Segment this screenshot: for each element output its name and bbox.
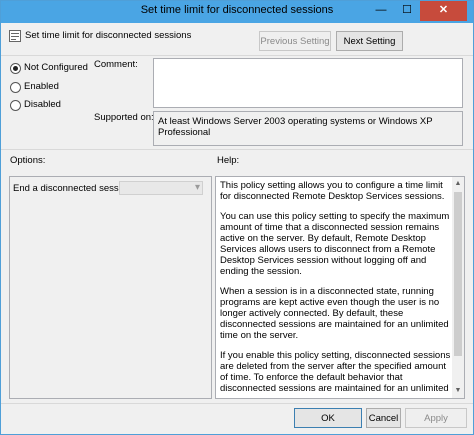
- help-scrollbar[interactable]: ▲ ▼: [452, 177, 464, 398]
- help-text: This policy setting allows you to config…: [220, 180, 452, 395]
- radio-label-not-configured[interactable]: Not Configured: [24, 62, 88, 73]
- end-session-dropdown[interactable]: ▾: [119, 181, 203, 195]
- scroll-up-icon[interactable]: ▲: [452, 178, 464, 190]
- end-session-label: End a disconnected session: [13, 183, 132, 194]
- apply-button[interactable]: Apply: [405, 408, 467, 428]
- options-title: Options:: [10, 155, 46, 166]
- help-panel: This policy setting allows you to config…: [215, 176, 465, 399]
- ok-button[interactable]: OK: [294, 408, 362, 428]
- help-paragraph: You can use this policy setting to speci…: [220, 211, 450, 277]
- radio-enabled[interactable]: [10, 82, 21, 93]
- minimize-button[interactable]: —: [368, 1, 394, 21]
- radio-label-disabled[interactable]: Disabled: [24, 99, 61, 110]
- comment-label: Comment:: [94, 59, 138, 70]
- policy-setting-icon: [9, 30, 21, 42]
- close-button[interactable]: ✕: [420, 1, 467, 21]
- dialog-window: Set time limit for disconnected sessions…: [0, 0, 474, 435]
- help-paragraph: This policy setting allows you to config…: [220, 180, 445, 202]
- chevron-down-icon: ▾: [194, 182, 200, 193]
- radio-disabled[interactable]: [10, 100, 21, 111]
- radio-not-configured[interactable]: [10, 63, 21, 74]
- scroll-thumb[interactable]: [454, 192, 462, 356]
- cancel-button[interactable]: Cancel: [366, 408, 401, 428]
- supported-on-field: At least Windows Server 2003 operating s…: [153, 111, 463, 146]
- options-panel: End a disconnected session ▾: [9, 176, 212, 399]
- radio-label-enabled[interactable]: Enabled: [24, 81, 59, 92]
- next-setting-button[interactable]: Next Setting: [336, 31, 403, 51]
- maximize-button[interactable]: ☐: [394, 1, 420, 21]
- help-paragraph: If you enable this policy setting, disco…: [220, 350, 451, 395]
- setting-name: Set time limit for disconnected sessions: [25, 30, 192, 41]
- mid-divider: [1, 149, 473, 150]
- footer-divider: [1, 403, 473, 404]
- header-divider: [1, 55, 473, 56]
- help-paragraph: When a session is in a disconnected stat…: [220, 286, 449, 341]
- comment-field[interactable]: [153, 58, 463, 108]
- supported-on-label: Supported on:: [94, 112, 154, 123]
- scroll-down-icon[interactable]: ▼: [452, 385, 464, 397]
- title-bar[interactable]: Set time limit for disconnected sessions…: [1, 1, 473, 23]
- help-title: Help:: [217, 155, 240, 166]
- previous-setting-button[interactable]: Previous Setting: [259, 31, 331, 51]
